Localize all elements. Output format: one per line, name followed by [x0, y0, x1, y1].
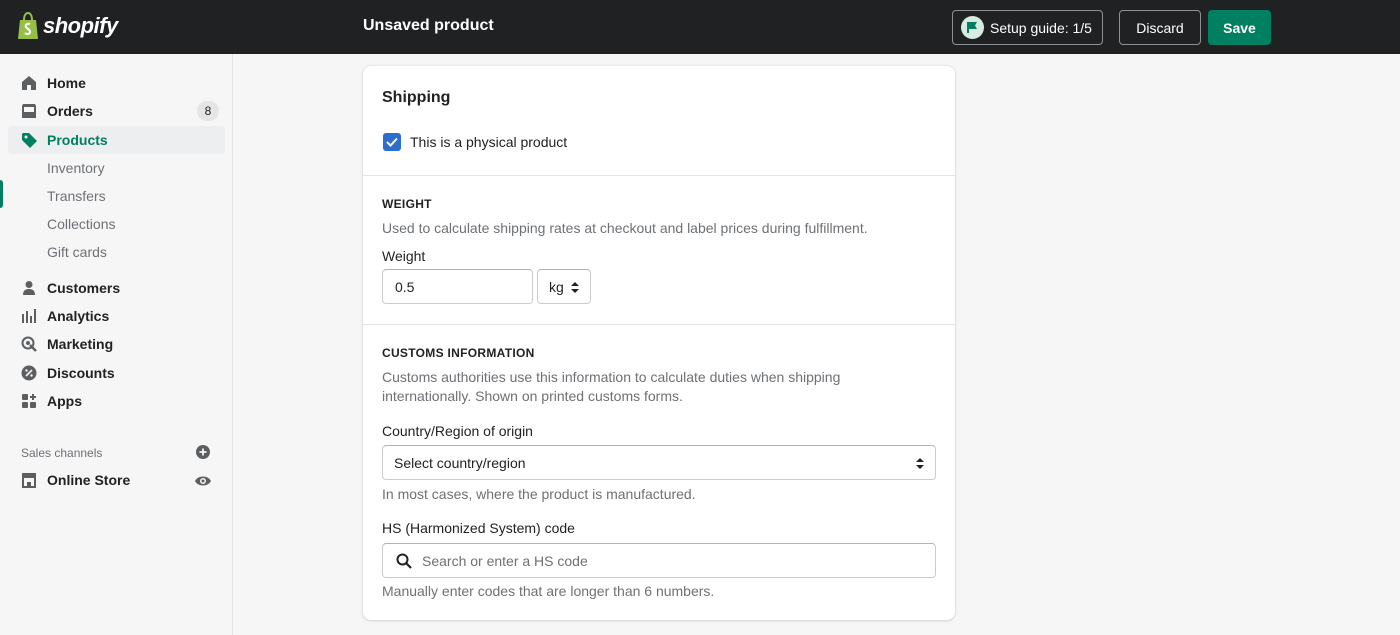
shipping-title: Shipping	[382, 89, 451, 106]
weight-heading: WEIGHT	[382, 197, 432, 211]
weight-input[interactable]: 0.5	[382, 269, 533, 304]
apps-icon	[22, 394, 36, 408]
select-arrows-icon	[571, 282, 579, 293]
sidebar-item-marketing[interactable]: Marketing	[8, 330, 225, 358]
setup-guide-button[interactable]: Setup guide: 1/5	[952, 10, 1103, 45]
brand-name: shopify	[43, 13, 118, 38]
orders-icon	[22, 104, 36, 118]
country-select[interactable]: Select country/region	[382, 445, 936, 480]
store-icon	[22, 473, 36, 488]
sidebar-item-label: Online Store	[47, 472, 131, 488]
marketing-icon	[21, 336, 37, 352]
sidebar-item-label: Home	[47, 75, 86, 91]
discard-button[interactable]: Discard	[1119, 10, 1201, 45]
customs-help-line-2: internationally. Shown on printed custom…	[382, 388, 683, 404]
divider	[363, 175, 955, 176]
save-button[interactable]: Save	[1208, 10, 1271, 45]
sidebar-item-label: Orders	[47, 103, 93, 119]
active-indicator	[0, 180, 3, 208]
customs-help-line-1: Customs authorities use this information…	[382, 369, 841, 385]
top-bar: shopify Unsaved product Setup guide: 1/5…	[0, 0, 1400, 54]
country-help-text: In most cases, where the product is manu…	[382, 486, 696, 502]
physical-product-checkbox[interactable]	[383, 133, 401, 151]
flag-icon	[961, 16, 984, 39]
checkmark-icon	[386, 137, 398, 147]
country-select-value: Select country/region	[394, 454, 526, 471]
sidebar-item-discounts[interactable]: Discounts	[8, 359, 225, 387]
sidebar-subitem-transfers[interactable]: Transfers	[47, 188, 106, 204]
weight-help-text: Used to calculate shipping rates at chec…	[382, 220, 868, 236]
search-icon	[396, 553, 412, 569]
shopify-bag-icon	[18, 12, 38, 39]
physical-product-label[interactable]: This is a physical product	[410, 134, 567, 150]
sidebar-item-products[interactable]: Products	[8, 126, 225, 154]
sidebar-item-label: Analytics	[47, 308, 110, 324]
home-icon	[22, 76, 36, 90]
sidebar-subitem-inventory[interactable]: Inventory	[47, 160, 105, 176]
person-icon	[23, 281, 35, 295]
orders-count-badge: 8	[197, 101, 219, 121]
sidebar-item-label: Customers	[47, 280, 121, 296]
page-title: Unsaved product	[363, 17, 494, 34]
sidebar: Home Orders 8 Products Inventory Transfe…	[0, 54, 233, 635]
eye-icon[interactable]	[194, 474, 212, 488]
sidebar-item-orders[interactable]: Orders 8	[8, 97, 225, 125]
sidebar-subitem-gift-cards[interactable]: Gift cards	[47, 244, 107, 260]
sidebar-item-label: Discounts	[47, 365, 115, 381]
add-channel-icon[interactable]	[196, 445, 210, 459]
sidebar-item-label: Apps	[47, 393, 82, 409]
bar-chart-icon	[22, 309, 36, 323]
sidebar-item-apps[interactable]: Apps	[8, 387, 225, 415]
weight-unit-select[interactable]: kg	[537, 269, 591, 304]
hs-code-label: HS (Harmonized System) code	[382, 520, 575, 536]
sidebar-item-analytics[interactable]: Analytics	[8, 302, 225, 330]
sidebar-item-label: Marketing	[47, 336, 114, 352]
sales-channels-title: Sales channels	[21, 446, 103, 460]
country-label: Country/Region of origin	[382, 423, 533, 439]
tag-icon	[22, 133, 37, 148]
shipping-card: Shipping This is a physical product WEIG…	[363, 66, 955, 620]
select-arrows-icon	[916, 458, 924, 469]
setup-guide-label: Setup guide: 1/5	[990, 19, 1092, 36]
divider	[363, 324, 955, 325]
sidebar-item-customers[interactable]: Customers	[8, 274, 225, 302]
customs-heading: CUSTOMS INFORMATION	[382, 346, 535, 360]
hs-code-search-input[interactable]: Search or enter a HS code	[382, 543, 936, 578]
sidebar-item-label: Products	[47, 132, 108, 148]
sidebar-subitem-collections[interactable]: Collections	[47, 216, 115, 232]
discount-icon	[21, 365, 37, 381]
hs-code-placeholder: Search or enter a HS code	[422, 552, 588, 569]
weight-unit-value: kg	[549, 278, 564, 295]
weight-label: Weight	[382, 248, 426, 264]
hs-code-help-text: Manually enter codes that are longer tha…	[382, 583, 715, 599]
sidebar-item-home[interactable]: Home	[8, 69, 225, 97]
shopify-logo[interactable]: shopify	[16, 12, 118, 40]
sidebar-item-online-store[interactable]: Online Store	[8, 466, 225, 494]
